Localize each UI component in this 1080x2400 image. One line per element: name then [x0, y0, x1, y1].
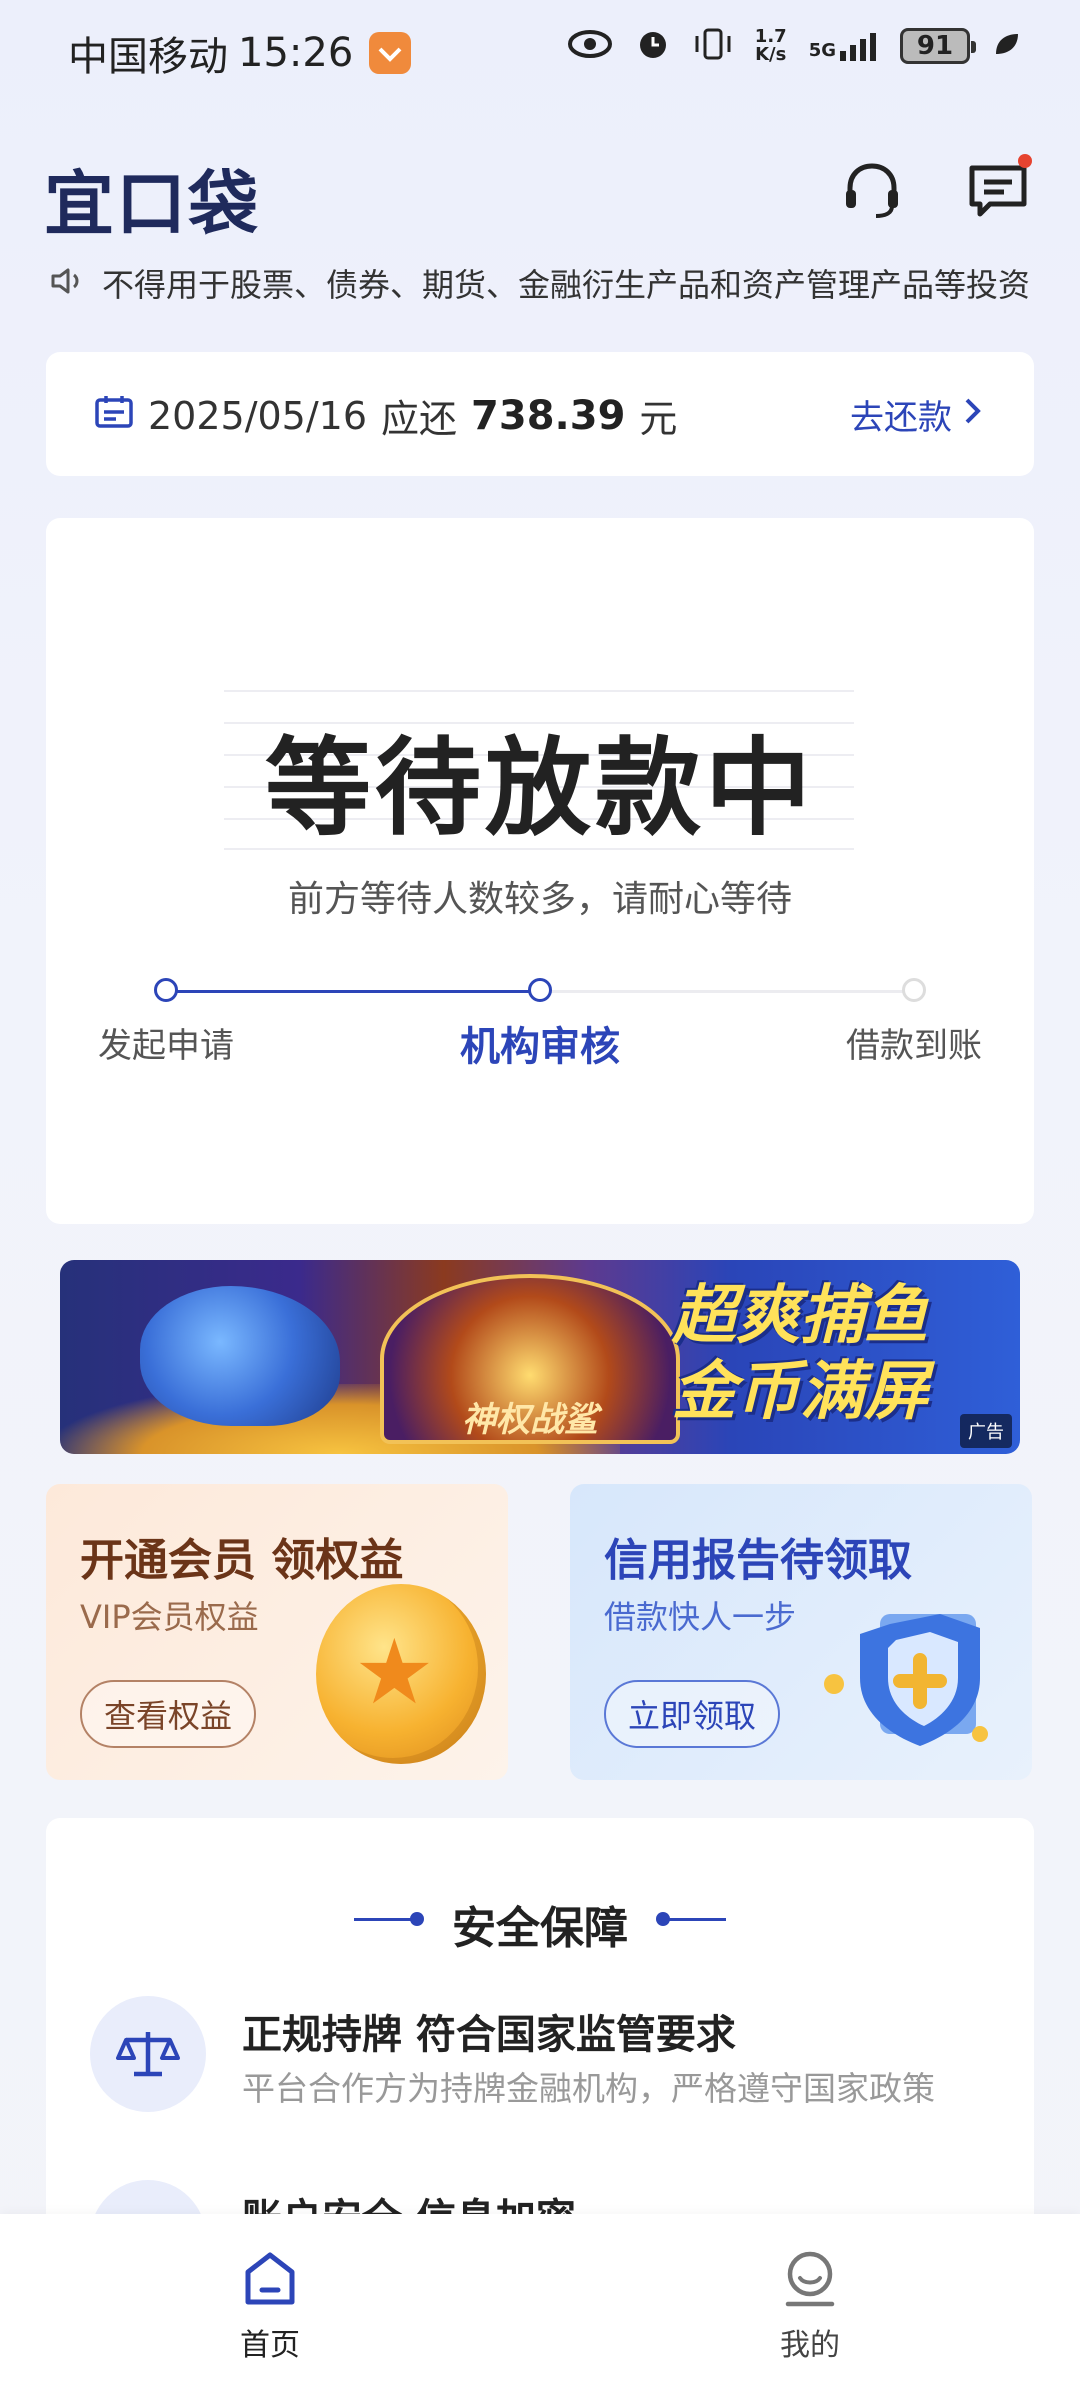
headset-icon[interactable]	[840, 158, 904, 222]
nav-mine-label: 我的	[780, 2328, 840, 2363]
loan-status-title: 等待放款中	[265, 727, 815, 850]
balance-scale-icon	[90, 1996, 206, 2112]
repay-unit: 元	[639, 397, 678, 441]
go-repay-label: 去还款	[850, 398, 952, 438]
app-logo: 宜口袋	[44, 163, 260, 245]
loan-status-subtitle: 前方等待人数较多，请耐心等待	[287, 879, 792, 920]
safety-item: 正规持牌 符合国家监管要求 平台合作方为持牌金融机构，严格遵守国家政策	[90, 1996, 990, 2116]
carrier-name: 中国移动	[68, 34, 228, 80]
bottom-nav: 首页 我的	[0, 2214, 1080, 2400]
banner-slogan: 超爽捕鱼 金币满屏	[672, 1279, 928, 1429]
step-dot-review	[528, 978, 552, 1002]
vibrate-icon	[693, 26, 733, 66]
repayment-card: 2025/05/16 应还 738.39 元 去还款	[46, 352, 1034, 476]
chevron-right-icon	[964, 395, 982, 435]
safety-item-heading: 正规持牌 符合国家监管要求	[242, 2012, 736, 2058]
bill-icon	[94, 393, 134, 438]
repay-date: 2025/05/16	[148, 393, 368, 438]
vip-promo-subtitle: VIP会员权益	[80, 1598, 259, 1636]
vip-promo-title: 开通会员 领权益	[80, 1535, 404, 1586]
message-icon[interactable]	[966, 154, 1032, 222]
notice-text: 不得用于股票、债券、期货、金融衍生产品和资产管理产品等投资	[102, 266, 1031, 304]
banner-wheel-text: 神权战鲨	[462, 1400, 598, 1440]
loan-status-card: 等待放款中 前方等待人数较多，请耐心等待 发起申请 机构审核 借款到账	[46, 518, 1034, 1224]
view-benefits-button[interactable]: 查看权益	[80, 1680, 257, 1748]
step-dot-apply	[154, 978, 178, 1002]
battery-indicator: 91	[900, 28, 976, 64]
prize-wheel: 神权战鲨	[380, 1274, 680, 1444]
gold-coin-icon: ★	[316, 1584, 486, 1764]
app-notification-icon	[369, 32, 412, 74]
nav-home[interactable]: 首页	[190, 2250, 350, 2364]
home-icon	[242, 2252, 298, 2312]
progress-fill	[166, 990, 540, 993]
step-dot-disburse	[902, 978, 926, 1002]
nav-home-label: 首页	[240, 2328, 300, 2363]
credit-report-promo-card[interactable]: 信用报告待领取 借款快人一步 立即领取	[570, 1484, 1032, 1780]
speaker-icon	[50, 266, 84, 300]
credit-promo-title: 信用报告待领取	[604, 1535, 912, 1586]
network-speed: 1.7 K/s	[754, 26, 787, 65]
alarm-icon	[635, 26, 671, 66]
notification-dot	[1018, 154, 1032, 168]
repay-due-label: 应还	[381, 397, 458, 441]
safety-item-desc: 平台合作方为持牌金融机构，严格遵守国家政策	[242, 2069, 935, 2108]
step-label-review: 机构审核	[460, 1024, 620, 1070]
vip-promo-card[interactable]: 开通会员 领权益 VIP会员权益 ★ 查看权益	[46, 1484, 508, 1780]
claim-now-button[interactable]: 立即领取	[604, 1680, 781, 1748]
notice-marquee: 不得用于股票、债券、期货、金融衍生产品和资产管理产品等投资	[50, 258, 1040, 308]
shield-plus-icon	[820, 1594, 990, 1764]
step-label-apply: 发起申请	[98, 1026, 234, 1066]
nav-mine[interactable]: 我的	[730, 2250, 890, 2364]
repay-amount: 738.39	[471, 392, 626, 439]
shark-character	[140, 1286, 340, 1426]
fishing-game-banner-ad[interactable]: 神权战鲨 超爽捕鱼 金币满屏 广告	[60, 1260, 1020, 1454]
safety-section: 安全保障 正规持牌 符合国家监管要求 平台合作方为持牌金融机构，严格遵守国家政策…	[46, 1818, 1034, 2238]
eye-icon	[567, 29, 613, 63]
status-time: 15:26	[238, 30, 354, 76]
go-repay-button[interactable]: 去还款	[850, 390, 982, 439]
safety-title: 安全保障	[452, 1903, 628, 1954]
credit-promo-subtitle: 借款快人一步	[604, 1598, 797, 1636]
status-bar: 中国移动 15:26 1.7 K/s 5G 91	[0, 0, 1080, 100]
title-deco-right	[666, 1918, 726, 1921]
signal-icon: 5G	[809, 31, 878, 61]
ad-tag: 广告	[960, 1414, 1012, 1448]
step-label-disburse: 借款到账	[846, 1026, 982, 1066]
profile-icon	[782, 2251, 838, 2312]
leaf-icon	[992, 30, 1020, 62]
